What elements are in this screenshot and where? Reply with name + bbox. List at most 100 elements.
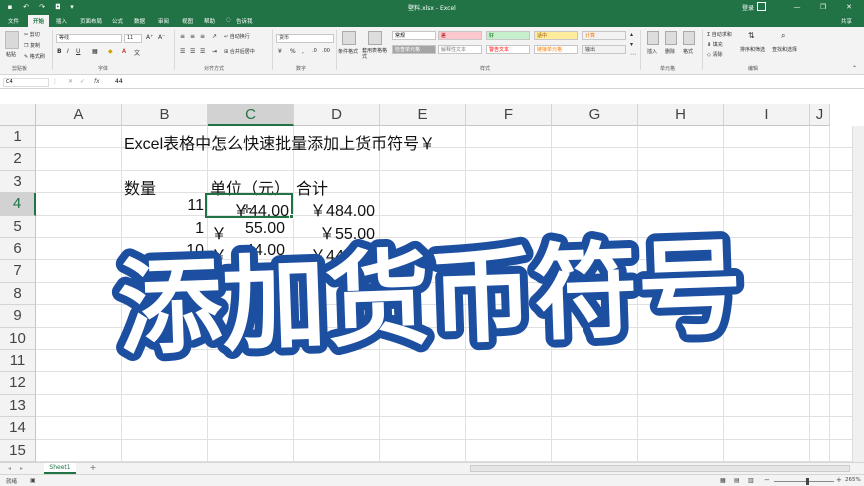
scroll-tabs-right-icon[interactable]: ▸ bbox=[20, 465, 23, 472]
cell-style-4[interactable]: 计算 bbox=[582, 31, 626, 40]
cell-style-5[interactable]: 检查单元格 bbox=[392, 45, 436, 54]
font-color-icon[interactable]: A bbox=[122, 48, 126, 55]
horizontal-scrollbar[interactable] bbox=[470, 465, 850, 472]
cell-C6-value[interactable]: 44.00 bbox=[230, 242, 285, 260]
tab-view[interactable]: 视图 bbox=[182, 17, 193, 25]
align-bottom-icon[interactable]: ≡ bbox=[200, 33, 205, 40]
column-header-B[interactable]: B bbox=[122, 104, 208, 126]
row-header-10[interactable]: 10 bbox=[0, 327, 36, 350]
row-header-14[interactable]: 14 bbox=[0, 417, 36, 440]
font-name-select[interactable]: 等线 bbox=[56, 34, 122, 43]
confirm-edit-icon[interactable]: ✓ bbox=[80, 78, 85, 85]
cell-C6-currency[interactable]: ￥ bbox=[211, 242, 227, 266]
cell-D5[interactable]: ￥55.00 bbox=[294, 220, 375, 244]
clear-button[interactable]: ◇ 清除 bbox=[707, 51, 722, 58]
cell-B5[interactable]: 1 bbox=[124, 220, 204, 238]
bold-icon[interactable]: B bbox=[57, 48, 62, 55]
tab-insert[interactable]: 插入 bbox=[56, 17, 67, 25]
autosum-button[interactable]: Σ 自动求和 bbox=[707, 31, 732, 38]
fill-button[interactable]: ⬇ 填充 bbox=[707, 41, 723, 48]
sort-filter-button[interactable]: 排序和筛选 bbox=[740, 46, 765, 53]
cell-D3[interactable]: 合计 bbox=[296, 175, 328, 199]
collapse-ribbon-icon[interactable]: ⌃ bbox=[852, 65, 857, 72]
cell-D6[interactable]: ￥440.00 bbox=[294, 242, 375, 266]
gallery-down-icon[interactable]: ▾ bbox=[630, 41, 633, 48]
conditional-formatting-button[interactable]: 条件格式 bbox=[338, 48, 358, 55]
format-cells-icon[interactable] bbox=[683, 31, 695, 45]
cell-B1[interactable]: Excel表格中怎么快速批量添加上货币符号￥ bbox=[124, 130, 435, 154]
normal-view-icon[interactable]: ▦ bbox=[720, 477, 726, 484]
cell-D4[interactable]: ￥484.00 bbox=[294, 197, 375, 221]
comma-style-icon[interactable]: , bbox=[302, 48, 304, 55]
zoom-slider-thumb[interactable] bbox=[806, 478, 809, 485]
align-middle-icon[interactable]: ≡ bbox=[190, 33, 195, 40]
underline-icon[interactable]: U bbox=[76, 48, 80, 55]
tab-home[interactable]: 开始 bbox=[28, 15, 50, 27]
column-header-C[interactable]: C bbox=[208, 104, 294, 126]
cell-style-8[interactable]: 链接单元格 bbox=[534, 45, 578, 54]
cell-C5-value[interactable]: 55.00 bbox=[230, 220, 285, 238]
column-header-A[interactable]: A bbox=[36, 104, 122, 126]
tell-me-search[interactable]: 告诉我 bbox=[236, 17, 253, 25]
zoom-slider[interactable] bbox=[774, 481, 834, 482]
borders-icon[interactable]: ▦ bbox=[92, 48, 98, 55]
column-header-F[interactable]: F bbox=[466, 104, 552, 126]
decrease-font-icon[interactable]: A⁻ bbox=[158, 34, 165, 41]
row-header-6[interactable]: 6 bbox=[0, 238, 36, 261]
cut-button[interactable]: ✂ 剪切 bbox=[24, 31, 40, 38]
cell-B4[interactable]: 11 bbox=[124, 197, 204, 215]
format-as-table-button[interactable]: 套用表格格式 bbox=[362, 48, 388, 60]
insert-cells-button[interactable]: 插入 bbox=[647, 48, 657, 55]
gallery-up-icon[interactable]: ▴ bbox=[630, 31, 633, 38]
name-box[interactable]: C4 bbox=[3, 78, 49, 87]
column-header-J[interactable]: J bbox=[810, 104, 830, 126]
row-header-4[interactable]: 4 bbox=[0, 193, 36, 216]
column-header-D[interactable]: D bbox=[294, 104, 380, 126]
row-header-2[interactable]: 2 bbox=[0, 148, 36, 171]
vertical-scrollbar[interactable] bbox=[852, 126, 864, 462]
cell-style-0[interactable]: 常规 bbox=[392, 31, 436, 40]
row-header-13[interactable]: 13 bbox=[0, 394, 36, 418]
conditional-formatting-icon[interactable] bbox=[342, 31, 356, 45]
decrease-decimal-icon[interactable]: .00 bbox=[322, 48, 330, 54]
sheet-tab-sheet1[interactable]: Sheet1 bbox=[44, 463, 76, 474]
phonetic-icon[interactable]: 文 bbox=[134, 48, 140, 57]
tab-review[interactable]: 审阅 bbox=[158, 17, 169, 25]
wrap-text-button[interactable]: ↵ 自动换行 bbox=[224, 33, 250, 40]
fill-handle[interactable] bbox=[289, 214, 294, 219]
number-format-select[interactable]: 货币 bbox=[276, 34, 334, 43]
zoom-out-button[interactable]: − bbox=[764, 476, 770, 484]
page-break-view-icon[interactable]: ▥ bbox=[748, 477, 754, 484]
cell-style-3[interactable]: 适中 bbox=[534, 31, 578, 40]
align-right-icon[interactable]: ☰ bbox=[200, 48, 205, 55]
find-select-icon[interactable]: ⌕ bbox=[781, 31, 785, 41]
cancel-edit-icon[interactable]: ✕ bbox=[68, 78, 73, 85]
maximize-button[interactable]: ❐ bbox=[818, 2, 828, 12]
cell-B6[interactable]: 10 bbox=[124, 242, 204, 260]
signin-link[interactable]: 登录 bbox=[742, 3, 754, 12]
align-center-icon[interactable]: ☰ bbox=[190, 48, 195, 55]
cell-B3[interactable]: 数量 bbox=[124, 175, 156, 199]
new-sheet-button[interactable]: + bbox=[88, 463, 98, 473]
insert-function-icon[interactable]: fx bbox=[94, 78, 100, 85]
zoom-in-button[interactable]: + bbox=[836, 476, 842, 484]
row-header-15[interactable]: 15 bbox=[0, 439, 36, 462]
fill-color-icon[interactable]: ◆ bbox=[108, 48, 113, 55]
italic-icon[interactable]: I bbox=[67, 48, 69, 55]
format-painter-button[interactable]: ✎ 格式刷 bbox=[24, 53, 45, 60]
row-header-9[interactable]: 9 bbox=[0, 305, 36, 328]
cell-style-6[interactable]: 解释性文本 bbox=[438, 45, 482, 54]
sort-filter-icon[interactable]: ⇅ bbox=[748, 31, 755, 40]
tab-data[interactable]: 数据 bbox=[134, 17, 145, 25]
orientation-icon[interactable]: ↗ bbox=[212, 33, 217, 40]
close-button[interactable]: ✕ bbox=[844, 2, 854, 12]
row-header-7[interactable]: 7 bbox=[0, 260, 36, 283]
percent-style-icon[interactable]: % bbox=[290, 48, 296, 55]
column-header-E[interactable]: E bbox=[380, 104, 466, 126]
cell-style-2[interactable]: 好 bbox=[486, 31, 530, 40]
row-header-11[interactable]: 11 bbox=[0, 350, 36, 373]
column-header-G[interactable]: G bbox=[552, 104, 638, 126]
increase-decimal-icon[interactable]: .0 bbox=[312, 48, 317, 54]
delete-cells-icon[interactable] bbox=[665, 31, 677, 45]
tab-help[interactable]: 帮助 bbox=[204, 17, 215, 25]
